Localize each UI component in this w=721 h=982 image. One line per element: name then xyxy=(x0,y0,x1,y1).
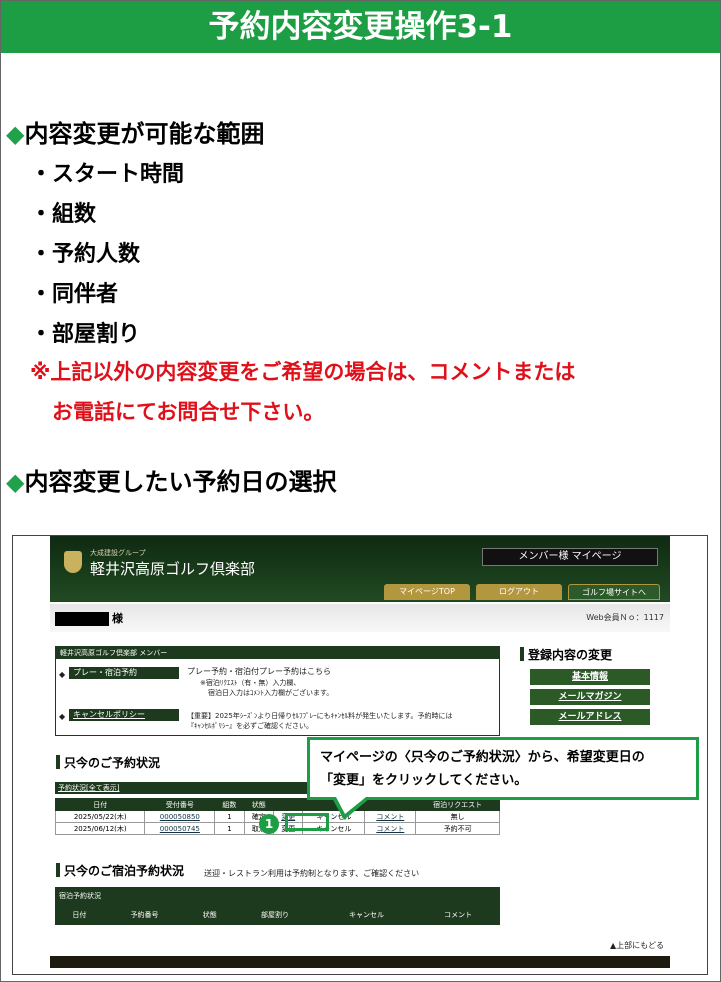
callout-line-2: 「変更」をクリックしてください。 xyxy=(320,773,528,788)
member-mypage-button[interactable]: メンバー様 マイページ xyxy=(482,548,658,566)
note-line-2: お電話にてお問合せ下さい。 xyxy=(52,400,325,424)
redacted-name xyxy=(55,612,109,626)
table-header-row: 日付 予約番号 状態 部屋割り キャンセル コメント xyxy=(55,908,500,921)
section-heading-select: ◆内容変更したい予約日の選択 xyxy=(6,462,336,497)
list-item: ・予約人数 xyxy=(30,242,141,267)
play-text-1: プレー予約・宿泊付プレー予約はこちら xyxy=(187,667,331,676)
play-text-2: ※宿泊ﾘｸｴｽﾄ（有・無）入力欄、 xyxy=(200,679,301,687)
list-item: ・同伴者 xyxy=(30,282,119,307)
diamond-icon: ◆ xyxy=(6,120,25,148)
cell-stay-request: 無し xyxy=(415,810,500,823)
comment-link[interactable]: コメント xyxy=(364,822,417,835)
crest-icon xyxy=(64,551,82,573)
callout-tail-inner xyxy=(336,797,366,814)
cancel-text-2: 『ｷｬﾝｾﾙﾎﾟﾘｼｰ』を必ずご確認ください。 xyxy=(187,722,313,730)
nav-logout[interactable]: ログアウト xyxy=(476,584,562,600)
play-text-3: 宿泊日入力はｺﾒﾝﾄ入力欄がございます。 xyxy=(208,689,334,697)
logo-subtitle: 大成建設グループ xyxy=(90,549,146,557)
back-to-top-link[interactable]: ▲上部にもどる xyxy=(610,941,664,951)
status-box-label[interactable]: 予約状況[全て表示] xyxy=(58,783,119,793)
reservation-table: 日付 受付番号 組数 状態 宿泊リクエスト 2025/05/22(木) 0000… xyxy=(54,798,500,835)
mail-magazine-button[interactable]: メールマガジン xyxy=(530,689,650,705)
column-header: 予約番号 xyxy=(102,908,187,921)
cell-groups: 1 xyxy=(214,810,245,823)
column-header: 受付番号 xyxy=(144,798,216,811)
section-heading-text: 内容変更したい予約日の選択 xyxy=(24,468,337,496)
column-header: 状態 xyxy=(243,798,275,811)
bullet-icon: ◆ xyxy=(59,670,66,679)
column-header: 宿泊リクエスト xyxy=(415,798,500,811)
column-header: コメント xyxy=(416,908,500,921)
slide-title: 予約内容変更操作3-1 xyxy=(1,1,720,53)
basic-info-button[interactable]: 基本情報 xyxy=(530,669,650,685)
cell-date: 2025/06/12(木) xyxy=(54,822,146,835)
mail-address-button[interactable]: メールアドレス xyxy=(530,709,650,725)
play-reserve-button[interactable]: プレー・宿泊予約 xyxy=(69,667,179,679)
list-item: ・スタート時間 xyxy=(30,162,185,187)
web-member-no: Web会員Ｎｏ：1117 xyxy=(586,613,664,622)
bullet-icon: ◆ xyxy=(59,712,66,721)
section-heading-range: ◆内容変更が可能な範囲 xyxy=(6,114,264,149)
note-line-1: ※上記以外の内容変更をご希望の場合は、コメントまたは xyxy=(30,360,576,384)
cell-stay-request: 予約不可 xyxy=(415,822,500,835)
stay-status-title: 只今のご宿泊予約状況 xyxy=(55,863,185,878)
nav-mypage-top[interactable]: マイページTOP xyxy=(384,584,470,600)
profile-change-title: 登録内容の変更 xyxy=(519,647,613,662)
column-header: 日付 xyxy=(55,908,104,921)
cell-date: 2025/05/22(木) xyxy=(54,810,146,823)
stay-box-label: 宿泊予約状況 xyxy=(59,892,101,900)
column-header xyxy=(273,798,304,811)
cell-groups: 1 xyxy=(214,822,245,835)
stay-table: 日付 予約番号 状態 部屋割り キャンセル コメント xyxy=(55,908,500,921)
cell-receipt-no[interactable]: 000050745 xyxy=(144,822,216,835)
stay-note: 送迎・レストラン利用は予約制となります、ご確認ください xyxy=(204,869,420,878)
nav-golf-site[interactable]: ゴルフ場サイトへ xyxy=(568,584,660,600)
member-box-title: 軽井沢高原ゴルフ倶楽部 メンバー xyxy=(56,647,499,659)
site-footer xyxy=(50,956,670,968)
column-header: キャンセル xyxy=(315,908,418,921)
column-header xyxy=(364,798,417,811)
column-header: 組数 xyxy=(214,798,245,811)
column-header: 状態 xyxy=(185,908,235,921)
step-number: 1 xyxy=(259,814,279,834)
list-item: ・組数 xyxy=(30,202,97,227)
callout-line-1: マイページの〈只今のご予約状況〉から、希望変更日の xyxy=(320,750,645,765)
column-header: 部屋割り xyxy=(233,908,317,921)
section-heading-text: 内容変更が可能な範囲 xyxy=(24,120,265,148)
table-header-row: 日付 受付番号 組数 状態 宿泊リクエスト xyxy=(54,798,500,811)
user-bar: 様 Web会員Ｎｏ：1117 xyxy=(50,604,670,632)
change-highlight xyxy=(285,813,329,831)
cancel-policy-button[interactable]: キャンセルポリシー xyxy=(69,709,179,721)
instruction-callout: マイページの〈只今のご予約状況〉から、希望変更日の 「変更」をクリックしてくださ… xyxy=(307,737,699,800)
user-suffix: 様 xyxy=(112,612,123,625)
column-header: 日付 xyxy=(54,798,146,811)
reservation-status-title: 只今のご予約状況 xyxy=(55,755,161,770)
diamond-icon: ◆ xyxy=(6,468,25,496)
site-logo[interactable]: 軽井沢高原ゴルフ倶楽部 xyxy=(90,558,255,579)
list-item: ・部屋割り xyxy=(30,322,141,347)
cancel-text-1: 【重要】2025年ｼｰｽﾞﾝより日帰りｾﾙﾌﾌﾟﾚｰにもｷｬﾝｾﾙ料が発生いたし… xyxy=(187,712,453,720)
comment-link[interactable]: コメント xyxy=(364,810,417,823)
site-header: 大成建設グループ 軽井沢高原ゴルフ倶楽部 メンバー様 マイページ マイページTO… xyxy=(50,536,670,602)
cell-receipt-no[interactable]: 000050850 xyxy=(144,810,216,823)
